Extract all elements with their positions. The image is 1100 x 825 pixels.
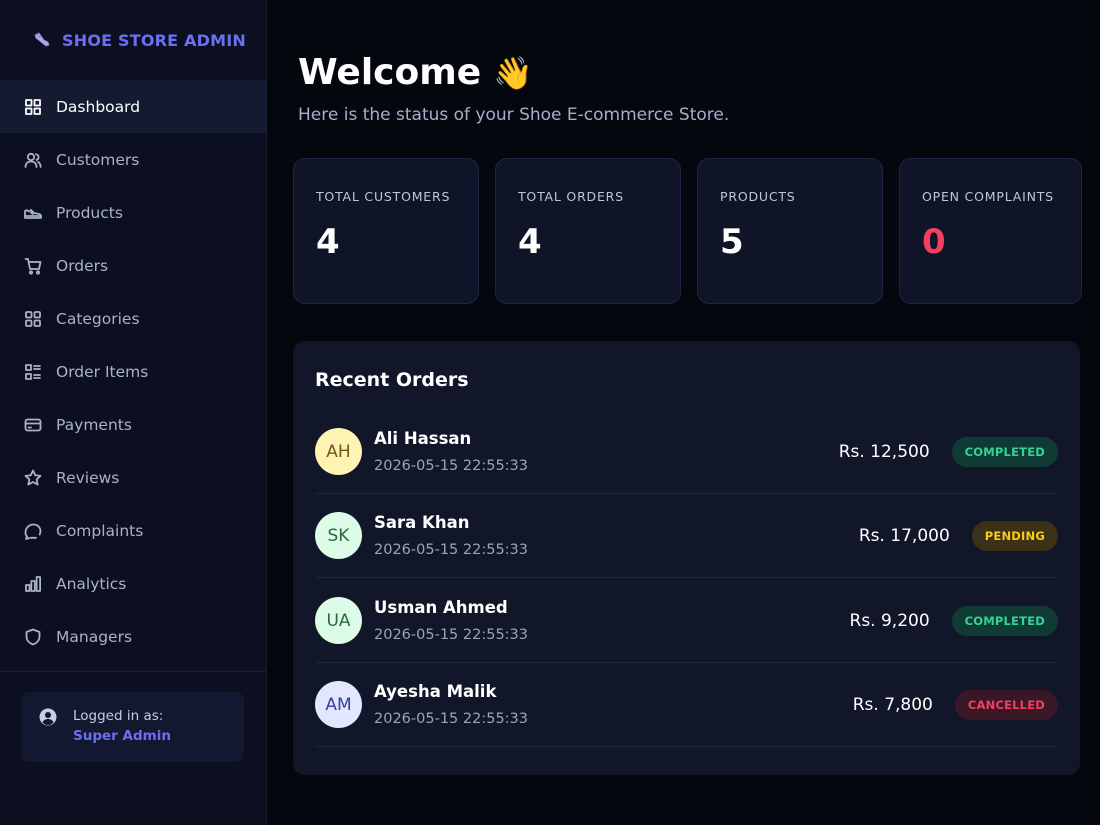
customer-name: Ali Hassan (374, 429, 472, 448)
order-info: Ayesha Malik 2026-05-15 22:55:33 (374, 682, 853, 727)
order-info: Usman Ahmed 2026-05-15 22:55:33 (374, 598, 850, 643)
page-subtitle: Here is the status of your Shoe E-commer… (298, 105, 730, 125)
stat-label: PRODUCTS (720, 189, 796, 204)
status-badge: CANCELLED (954, 689, 1058, 720)
stat-value: 5 (720, 222, 744, 262)
table-row[interactable]: UA Usman Ahmed 2026-05-15 22:55:33 Rs. 9… (315, 579, 1058, 663)
user-card[interactable]: Logged in as: Super Admin (21, 692, 244, 762)
brand-title: SHOE STORE ADMIN (62, 30, 247, 50)
sidebar: SHOE STORE ADMIN Dashboard Customers Pro… (0, 0, 267, 825)
sidebar-item-analytics[interactable]: Analytics (0, 557, 266, 610)
grid-icon (23, 309, 43, 329)
stat-card-total-orders: TOTAL ORDERS 4 (495, 158, 681, 304)
page-title: Welcome (298, 52, 482, 93)
sidebar-item-order-items[interactable]: Order Items (0, 345, 266, 398)
order-amount: Rs. 12,500 (838, 441, 930, 462)
order-date: 2026-05-15 22:55:33 (374, 711, 528, 727)
sidebar-item-label: Orders (56, 256, 109, 275)
order-date: 2026-05-15 22:55:33 (374, 627, 528, 643)
stat-card-total-customers: TOTAL CUSTOMERS 4 (293, 158, 479, 304)
brand[interactable]: SHOE STORE ADMIN (0, 0, 266, 80)
order-info: Ali Hassan 2026-05-15 22:55:33 (374, 429, 839, 474)
avatar: AH (315, 428, 362, 475)
credit-card-icon (23, 415, 43, 435)
customer-name: Ayesha Malik (374, 682, 497, 701)
order-amount: Rs. 7,800 (852, 694, 933, 715)
dashboard-grid-icon (23, 97, 43, 117)
customer-name: Sara Khan (374, 513, 470, 532)
order-date: 2026-05-15 22:55:33 (374, 458, 528, 474)
stat-card-products: PRODUCTS 5 (697, 158, 883, 304)
sidebar-item-label: Managers (56, 627, 133, 646)
avatar: SK (315, 512, 362, 559)
user-name: Super Admin (73, 728, 171, 744)
table-row[interactable]: SK Sara Khan 2026-05-15 22:55:33 Rs. 17,… (315, 494, 1058, 578)
order-amount: Rs. 9,200 (849, 610, 930, 631)
sidebar-item-reviews[interactable]: Reviews (0, 451, 266, 504)
sidebar-item-managers[interactable]: Managers (0, 610, 266, 663)
stat-label: TOTAL CUSTOMERS (316, 189, 451, 204)
sidebar-item-label: Customers (56, 150, 140, 169)
stat-value: 0 (922, 222, 946, 262)
sidebar-item-label: Analytics (56, 574, 127, 593)
status-badge: COMPLETED (951, 605, 1058, 636)
list-icon (23, 362, 43, 382)
order-amount: Rs. 17,000 (858, 525, 950, 546)
status-badge: COMPLETED (951, 436, 1058, 467)
user-text: Logged in as: Super Admin (73, 708, 171, 744)
stat-label: TOTAL ORDERS (518, 189, 624, 204)
sidebar-item-label: Dashboard (56, 97, 141, 116)
sidebar-item-label: Reviews (56, 468, 120, 487)
stat-card-open-complaints: OPEN COMPLAINTS 0 (899, 158, 1082, 304)
app-root: SHOE STORE ADMIN Dashboard Customers Pro… (0, 0, 1100, 825)
order-date: 2026-05-15 22:55:33 (374, 542, 528, 558)
sidebar-item-products[interactable]: Products (0, 186, 266, 239)
order-info: Sara Khan 2026-05-15 22:55:33 (374, 513, 859, 558)
sidebar-item-label: Order Items (56, 362, 149, 381)
sidebar-item-label: Complaints (56, 521, 144, 540)
stats-row: TOTAL CUSTOMERS 4 TOTAL ORDERS 4 PRODUCT… (293, 158, 1082, 304)
sidebar-nav: Dashboard Customers Products Orders Cate… (0, 80, 266, 663)
bar-chart-icon (23, 574, 43, 594)
shield-icon (23, 627, 43, 647)
table-row[interactable]: AM Ayesha Malik 2026-05-15 22:55:33 Rs. … (315, 663, 1058, 747)
sidebar-item-payments[interactable]: Payments (0, 398, 266, 451)
sidebar-item-label: Categories (56, 309, 140, 328)
recent-orders-panel: Recent Orders AH Ali Hassan 2026-05-15 2… (293, 341, 1080, 775)
welcome-header: Welcome 👋 (298, 52, 533, 93)
stat-value: 4 (316, 222, 340, 262)
avatar: AM (315, 681, 362, 728)
sidebar-item-customers[interactable]: Customers (0, 133, 266, 186)
chat-icon (23, 521, 43, 541)
stat-value: 4 (518, 222, 542, 262)
wave-emoji-icon: 👋 (493, 53, 534, 92)
sidebar-item-orders[interactable]: Orders (0, 239, 266, 292)
table-row[interactable]: AH Ali Hassan 2026-05-15 22:55:33 Rs. 12… (315, 410, 1058, 494)
sidebar-divider (0, 671, 266, 672)
avatar: UA (315, 597, 362, 644)
shoe-icon (23, 203, 43, 223)
cart-icon (23, 256, 43, 276)
stat-label: OPEN COMPLAINTS (922, 189, 1054, 204)
sidebar-item-label: Payments (56, 415, 132, 434)
recent-orders-title: Recent Orders (315, 369, 469, 391)
star-icon (23, 468, 43, 488)
sidebar-item-complaints[interactable]: Complaints (0, 504, 266, 557)
customer-name: Usman Ahmed (374, 598, 508, 617)
sidebar-item-label: Products (56, 203, 123, 222)
users-icon (23, 150, 43, 170)
sidebar-item-categories[interactable]: Categories (0, 292, 266, 345)
status-badge: PENDING (971, 520, 1058, 551)
shoe-icon (32, 30, 52, 50)
user-caption: Logged in as: (73, 708, 164, 724)
user-avatar-icon (39, 708, 57, 726)
sidebar-item-dashboard[interactable]: Dashboard (0, 80, 266, 133)
main-content: Welcome 👋 Here is the status of your Sho… (267, 0, 1100, 825)
